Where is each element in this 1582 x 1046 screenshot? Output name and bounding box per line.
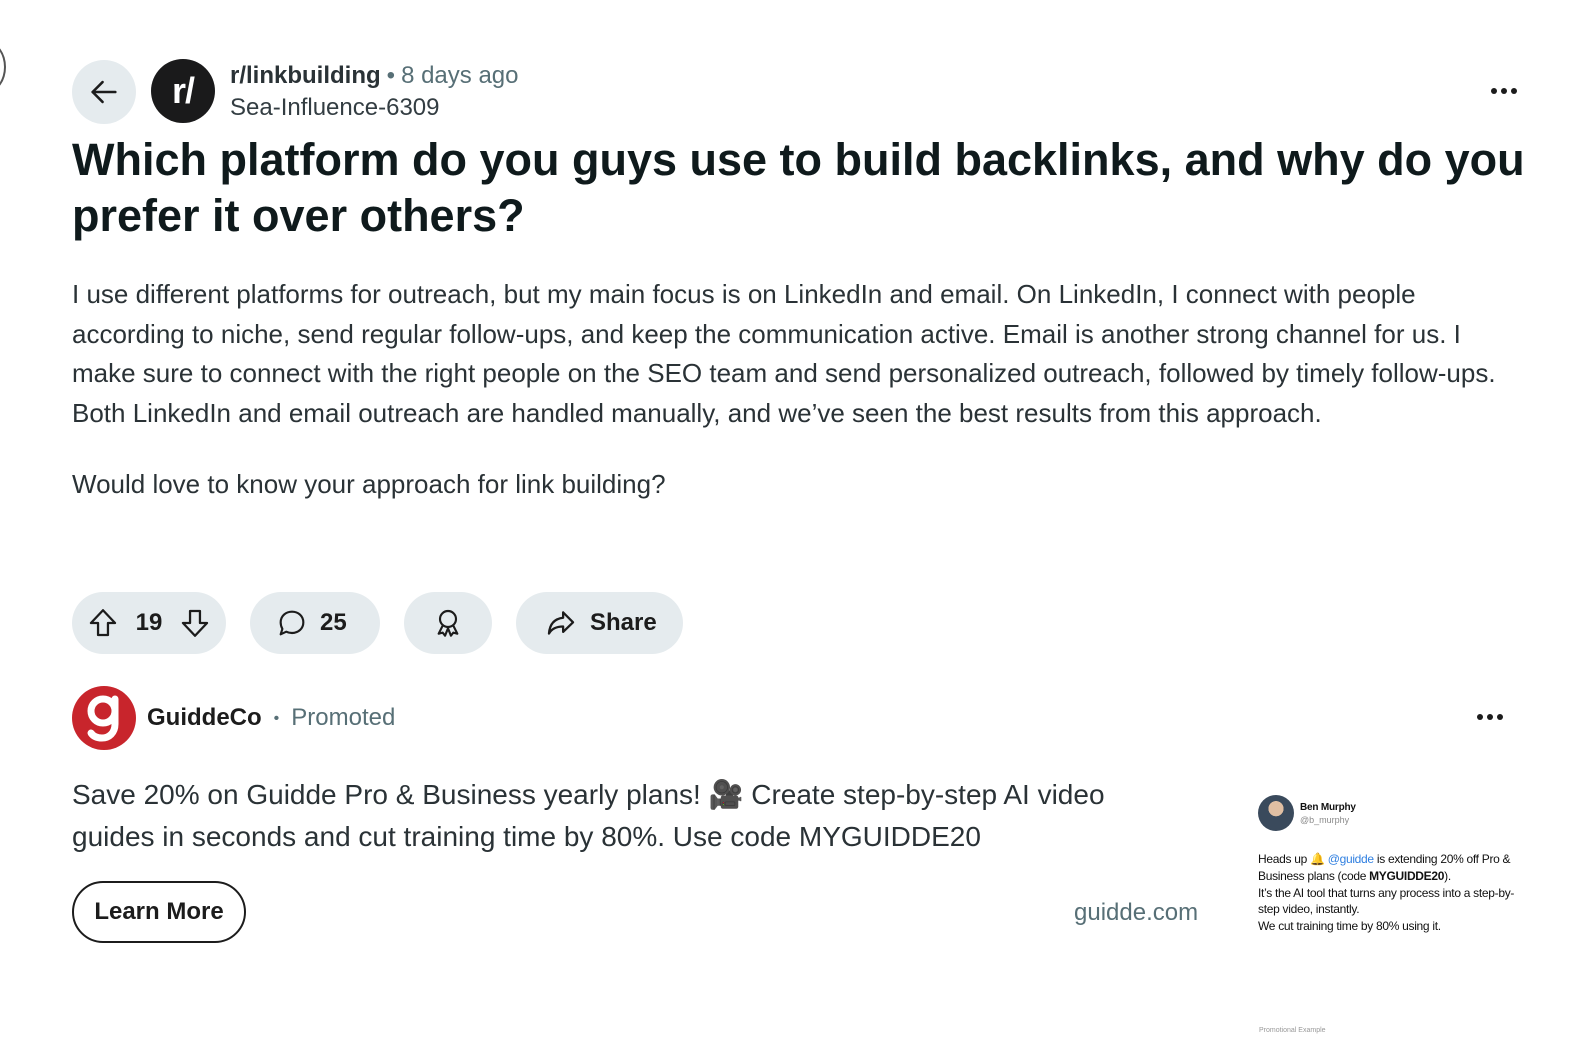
tweet-code: MYGUIDDE20 (1369, 868, 1445, 883)
tweet-text: Heads up 🔔 (1258, 852, 1328, 866)
more-horizontal-icon (1475, 714, 1505, 720)
post-title: Which platform do you guys use to build … (72, 134, 1525, 241)
guidde-logo-icon (87, 695, 119, 742)
ad-text[interactable]: Save 20% on Guidde Pro & Business yearly… (72, 774, 1152, 858)
post-body: I use different platforms for outreach, … (72, 275, 1522, 537)
edge-partial-icon (0, 42, 6, 92)
award-button[interactable] (404, 592, 492, 654)
tweet-text: It’s the AI tool that turns any process … (1258, 885, 1515, 917)
vote-count: 19 (135, 609, 163, 636)
comment-count: 25 (320, 609, 347, 636)
subreddit-link[interactable]: r/linkbuilding (230, 62, 381, 89)
learn-more-button[interactable]: Learn More (72, 881, 246, 943)
back-button[interactable] (72, 60, 136, 124)
ad-thumbnail[interactable]: Ben Murphy @b_murphy Heads up 🔔 @guidde … (1258, 795, 1518, 935)
share-button[interactable]: Share (516, 592, 683, 654)
post-action-bar: 19 25 Share (72, 592, 683, 654)
arrow-left-icon (87, 75, 121, 109)
post-body-paragraph: Would love to know your approach for lin… (72, 469, 666, 500)
more-horizontal-icon (1489, 88, 1519, 94)
advertiser-logo[interactable] (72, 686, 136, 750)
tweet-mention: @guidde (1327, 852, 1374, 866)
post-more-button[interactable] (1484, 76, 1524, 106)
thumbnail-footer: Promotional Example (1259, 1027, 1326, 1034)
ad-header: GuiddeCo • Promoted (147, 702, 395, 735)
share-icon (544, 606, 578, 640)
subreddit-avatar[interactable]: r/ (151, 59, 215, 123)
ad-domain-link[interactable]: guidde.com (1074, 898, 1198, 928)
award-icon (432, 607, 464, 639)
tweet-text: ). (1444, 868, 1451, 883)
tweet-body: Heads up 🔔 @guidde is extending 20% off … (1258, 851, 1518, 935)
tweet-author-name: Ben Murphy (1300, 801, 1356, 813)
post-author[interactable]: Sea-Influence-6309 (230, 92, 518, 124)
meta-separator: • (386, 62, 396, 89)
upvote-icon[interactable] (86, 606, 120, 640)
tweet-author-handle: @b_murphy (1300, 814, 1350, 825)
comments-button[interactable]: 25 (250, 592, 380, 654)
advertiser-name[interactable]: GuiddeCo (147, 704, 262, 731)
post-meta: r/linkbuilding • 8 days ago Sea-Influence-… (230, 60, 518, 124)
ad-separator: • (273, 709, 280, 727)
post-body-paragraph: I use different platforms for outreach, … (72, 279, 1496, 428)
vote-control: 19 (72, 592, 226, 654)
avatar (1258, 795, 1294, 831)
share-label: Share (590, 609, 657, 636)
downvote-icon[interactable] (178, 606, 212, 640)
ad-more-button[interactable] (1470, 702, 1510, 732)
comment-icon (276, 607, 308, 639)
post-time: 8 days ago (401, 62, 519, 89)
tweet-header: Ben Murphy @b_murphy (1258, 795, 1518, 831)
promoted-label: Promoted (291, 704, 396, 731)
tweet-text: We cut training time by 80% using it. (1258, 919, 1441, 934)
